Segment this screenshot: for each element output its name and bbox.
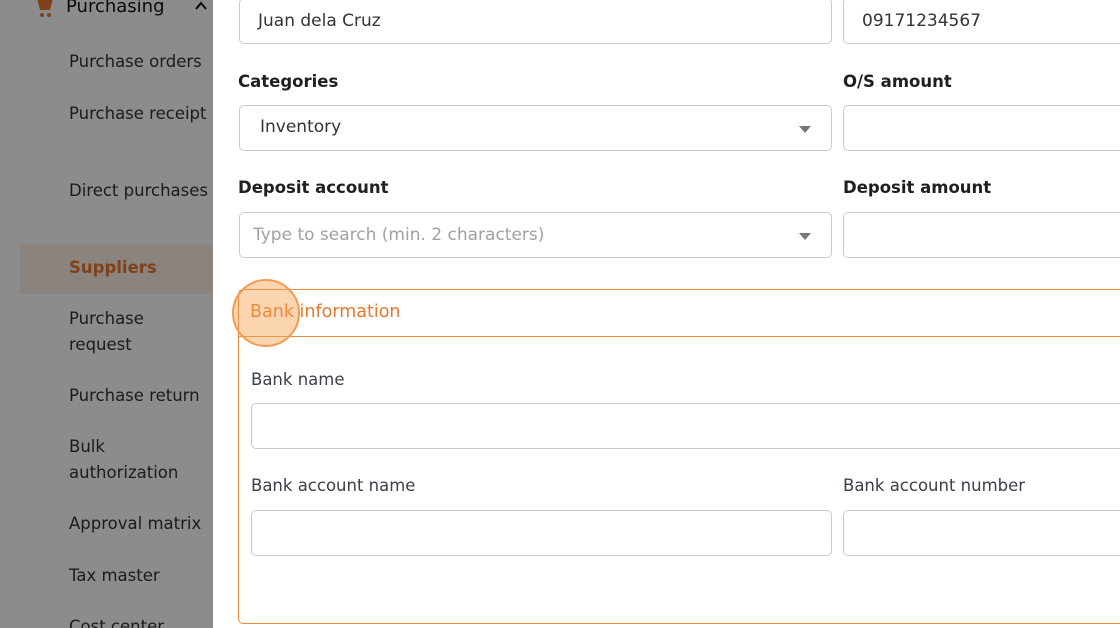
sidebar-item-direct-purchases[interactable]: Direct purchases (69, 178, 209, 204)
os-amount-field[interactable] (843, 105, 1120, 151)
deposit-account-label: Deposit account (238, 178, 389, 197)
dropdown-caret-icon (799, 126, 811, 133)
sidebar-item-bulk-authorization[interactable]: Bulk authorization (69, 434, 209, 485)
sidebar-item-purchase-receipt[interactable]: Purchase receipt (69, 101, 209, 127)
phone-field[interactable]: 09171234567 (843, 0, 1120, 44)
bank-account-name-label: Bank account name (251, 476, 416, 495)
deposit-account-placeholder: Type to search (min. 2 characters) (253, 225, 545, 245)
bank-name-label: Bank name (251, 370, 345, 389)
sidebar-item-suppliers[interactable]: Suppliers (69, 255, 209, 281)
sidebar-item-purchase-orders[interactable]: Purchase orders (69, 49, 209, 75)
sidebar-item-purchase-return[interactable]: Purchase return (69, 383, 209, 409)
dropdown-caret-icon (799, 233, 811, 240)
sidebar: Purchasing Purchase orders Purchase rece… (0, 0, 213, 628)
shopping-cart-icon (37, 0, 53, 17)
bank-information-section: Bank information (238, 289, 1120, 624)
bank-information-header[interactable]: Bank information (239, 290, 1120, 337)
click-highlight-marker (232, 279, 300, 347)
bank-account-name-field[interactable] (251, 510, 832, 556)
contact-name-field[interactable]: Juan dela Cruz (239, 0, 832, 44)
deposit-amount-label: Deposit amount (843, 178, 992, 197)
deposit-account-select[interactable]: Type to search (min. 2 characters) (239, 212, 832, 258)
bank-account-number-field[interactable] (843, 510, 1120, 556)
sidebar-item-approval-matrix[interactable]: Approval matrix (69, 511, 209, 537)
deposit-amount-field[interactable] (843, 212, 1120, 258)
categories-select[interactable]: Inventory (239, 105, 832, 151)
sidebar-item-cost-center[interactable]: Cost center (69, 614, 209, 628)
os-amount-label: O/S amount (843, 72, 952, 91)
bank-account-number-label: Bank account number (843, 476, 1026, 495)
categories-value: Inventory (260, 117, 342, 137)
sidebar-section-purchasing[interactable]: Purchasing (66, 0, 165, 17)
chevron-up-icon[interactable] (193, 0, 209, 14)
categories-label: Categories (238, 72, 339, 91)
bank-name-field[interactable] (251, 403, 1120, 449)
sidebar-item-purchase-request[interactable]: Purchase request (69, 306, 209, 357)
sidebar-item-tax-master[interactable]: Tax master (69, 563, 209, 589)
